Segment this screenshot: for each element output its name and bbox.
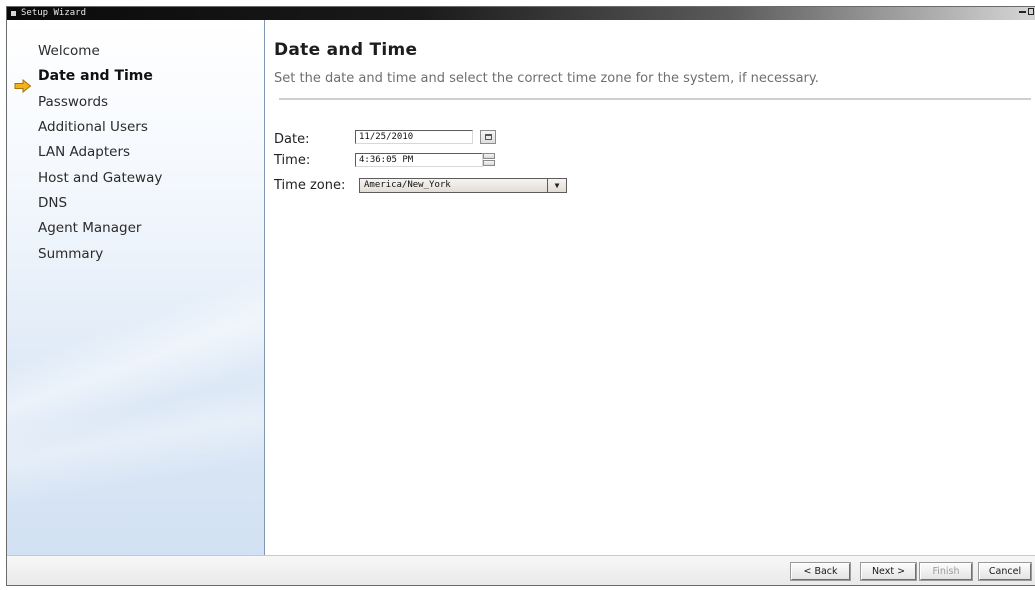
divider xyxy=(279,98,1031,100)
minimize-icon[interactable] xyxy=(1019,11,1026,13)
title-bar[interactable]: Setup Wizard xyxy=(7,7,1035,20)
main-panel: Date and Time Set the date and time and … xyxy=(265,20,1035,555)
sidebar-item-summary[interactable]: Summary xyxy=(38,244,103,264)
timezone-select-value: America/New_York xyxy=(364,180,451,190)
page-description: Set the date and time and select the cor… xyxy=(274,71,819,86)
chevron-down-icon[interactable]: ▼ xyxy=(547,179,566,192)
sidebar-item-welcome[interactable]: Welcome xyxy=(38,41,100,61)
date-field[interactable]: 11/25/2010 xyxy=(355,130,473,144)
time-field[interactable]: 4:36:05 PM xyxy=(355,153,483,167)
calendar-button[interactable] xyxy=(480,130,496,144)
sidebar-item-lan-adapters[interactable]: LAN Adapters xyxy=(38,142,130,162)
calendar-icon xyxy=(485,134,492,140)
sidebar-item-host-and-gateway[interactable]: Host and Gateway xyxy=(38,168,162,188)
back-button[interactable]: < Back xyxy=(790,562,851,581)
sidebar-item-date-and-time[interactable]: Date and Time xyxy=(38,66,153,86)
window-menu-icon[interactable] xyxy=(11,11,16,16)
spin-up-icon[interactable] xyxy=(483,153,495,159)
timezone-label: Time zone: xyxy=(274,178,346,193)
sidebar-item-agent-manager[interactable]: Agent Manager xyxy=(38,218,141,238)
sidebar-item-additional-users[interactable]: Additional Users xyxy=(38,117,148,137)
window-title: Setup Wizard xyxy=(21,8,87,18)
wizard-footer: < Back Next > Finish Cancel xyxy=(7,555,1035,585)
finish-button[interactable]: Finish xyxy=(919,562,973,581)
time-label: Time: xyxy=(274,153,311,168)
date-label: Date: xyxy=(274,132,310,147)
cancel-button[interactable]: Cancel xyxy=(978,562,1032,581)
sidebar-item-dns[interactable]: DNS xyxy=(38,193,67,213)
next-button[interactable]: Next > xyxy=(860,562,917,581)
timezone-select[interactable]: America/New_York ▼ xyxy=(359,178,567,193)
setup-wizard-window: Setup Wizard Welcome Date and Time Passw… xyxy=(6,6,1035,586)
spin-down-icon[interactable] xyxy=(483,160,495,166)
window-controls xyxy=(1019,8,1034,15)
arrow-right-icon xyxy=(14,79,32,93)
sidebar-item-passwords[interactable]: Passwords xyxy=(38,92,108,112)
wizard-steps-sidebar: Welcome Date and Time Passwords Addition… xyxy=(7,20,265,555)
page-title: Date and Time xyxy=(274,40,418,60)
maximize-icon[interactable] xyxy=(1028,8,1034,15)
time-spinner[interactable] xyxy=(483,153,495,167)
